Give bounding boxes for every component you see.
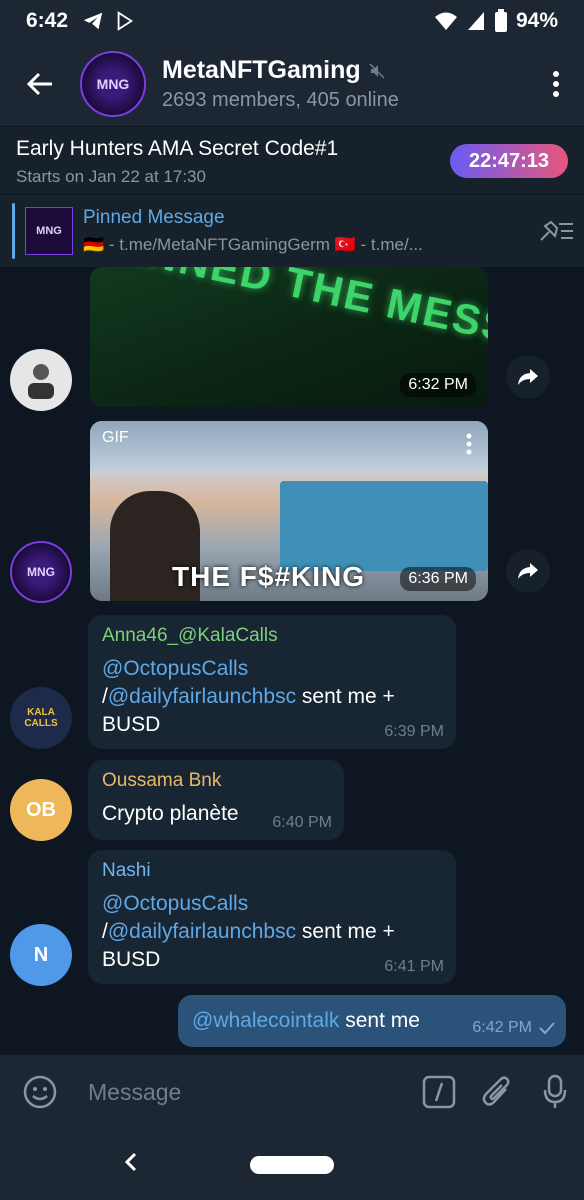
- message-rest: sent me: [339, 1009, 420, 1032]
- pinned-message-bar[interactable]: MNG Pinned Message 🇩🇪 - t.me/MetaNFTGami…: [0, 195, 584, 267]
- battery-icon: [494, 9, 507, 32]
- message-time: 6:42 PM: [472, 1019, 532, 1036]
- outgoing-message-bubble[interactable]: @whalecointalk sent me 6:42 PM: [178, 995, 566, 1047]
- gif-scene-sky: [90, 421, 488, 471]
- wifi-icon: [434, 12, 457, 30]
- group-avatar[interactable]: MNG: [80, 51, 146, 117]
- system-nav-bar: [0, 1129, 584, 1200]
- gif-scene-pool: [280, 481, 488, 571]
- voice-record-button[interactable]: [526, 1055, 584, 1129]
- avatar-initials: N: [33, 943, 49, 966]
- message-time: 6:40 PM: [272, 814, 332, 831]
- avatar-text: MNG: [27, 565, 55, 579]
- emoji-button[interactable]: [0, 1055, 80, 1129]
- nav-back-button[interactable]: [116, 1147, 146, 1177]
- share-button[interactable]: [506, 549, 550, 593]
- avatar-initials: OB: [26, 798, 56, 821]
- message-bubble[interactable]: Nashi @OctopusCalls /@dailyfairlaunchbsc…: [88, 850, 456, 984]
- media-options-icon[interactable]: [466, 433, 472, 455]
- message-time: 6:41 PM: [384, 958, 444, 975]
- attach-button[interactable]: [468, 1055, 526, 1129]
- pinned-thumbnail: MNG: [25, 207, 73, 255]
- user-photo-icon: [28, 364, 54, 399]
- mention-link[interactable]: @dailyfairlaunchbsc: [108, 920, 296, 943]
- gif-message[interactable]: GIF THE F$#KING 6:36 PM: [90, 421, 488, 601]
- chat-header: MNG MetaNFTGaming 2693 members, 405 onli…: [0, 42, 584, 126]
- chevron-left-icon: [124, 1152, 137, 1172]
- gif-badge: GIF: [102, 429, 129, 446]
- play-store-icon: [117, 11, 134, 31]
- message-bubble[interactable]: Oussama Bnk Crypto planète 6:40 PM: [88, 760, 344, 840]
- media-caption: PINNED THE MESSAGE: [101, 267, 488, 372]
- status-time: 6:42: [26, 9, 69, 32]
- avatar[interactable]: [10, 349, 72, 411]
- slash-command-icon: [422, 1075, 456, 1109]
- chat-info[interactable]: MetaNFTGaming 2693 members, 405 online: [162, 56, 528, 112]
- mention-link[interactable]: @whalecointalk: [192, 1009, 339, 1032]
- check-icon: [539, 1022, 555, 1035]
- chat-subtitle: 2693 members, 405 online: [162, 89, 399, 111]
- signal-icon: [467, 12, 484, 30]
- message-bubble[interactable]: Anna46_@KalaCalls @OctopusCalls /@dailyf…: [88, 615, 456, 749]
- muted-icon: [369, 62, 385, 79]
- telegram-icon: [83, 12, 103, 30]
- more-menu-button[interactable]: [528, 42, 584, 126]
- sender-name: Oussama Bnk: [102, 770, 222, 791]
- battery-level: 94%: [515, 9, 558, 32]
- pinned-text: 🇩🇪 - t.me/MetaNFTGamingGerm 🇹🇷 - t.me/..…: [83, 235, 423, 254]
- message-time: 6:39 PM: [384, 723, 444, 740]
- avatar[interactable]: MNG: [10, 541, 72, 603]
- pinned-thumbnail-text: MNG: [36, 225, 62, 237]
- message-time: 6:36 PM: [400, 567, 476, 591]
- microphone-icon: [543, 1074, 567, 1108]
- sender-name: Nashi: [102, 860, 151, 881]
- scheduled-event-bar[interactable]: Early Hunters AMA Secret Code#1 Starts o…: [0, 126, 584, 194]
- group-avatar-text: MNG: [96, 76, 130, 92]
- avatar[interactable]: OB: [10, 779, 72, 841]
- message-time: 6:32 PM: [400, 373, 476, 397]
- pin-list-icon: [540, 220, 573, 241]
- sender-name: Anna46_@KalaCalls: [102, 625, 278, 646]
- mention-link[interactable]: @OctopusCalls: [102, 892, 248, 915]
- nav-home-pill[interactable]: [250, 1155, 334, 1174]
- message-composer: Message: [0, 1055, 584, 1129]
- media-message[interactable]: PINNED THE MESSAGE 6:32 PM: [90, 267, 488, 407]
- avatar[interactable]: N: [10, 924, 72, 986]
- chat-title: MetaNFTGaming: [162, 56, 361, 84]
- paperclip-icon: [482, 1076, 510, 1106]
- bot-commands-button[interactable]: [410, 1055, 468, 1129]
- share-button[interactable]: [506, 355, 550, 399]
- mention-link[interactable]: @OctopusCalls: [102, 657, 248, 680]
- share-icon: [518, 369, 538, 385]
- gif-caption: THE F$#KING: [172, 561, 366, 592]
- countdown-badge[interactable]: 22:47:13: [450, 144, 568, 178]
- pinned-list-button[interactable]: [528, 195, 584, 267]
- avatar-text: KALA CALLS: [24, 707, 58, 729]
- message-input[interactable]: Message: [80, 1079, 410, 1106]
- chat-history[interactable]: PINNED THE MESSAGE 6:32 PM MNG GIF THE F…: [0, 267, 584, 1055]
- share-icon: [518, 563, 538, 579]
- arrow-left-icon: [26, 72, 52, 96]
- more-vertical-icon: [553, 71, 559, 97]
- pinned-indicator: [12, 203, 15, 259]
- pinned-title: Pinned Message: [83, 207, 225, 228]
- avatar[interactable]: KALA CALLS: [10, 687, 72, 749]
- status-bar: 6:42 94%: [0, 0, 584, 42]
- emoji-icon: [23, 1075, 57, 1109]
- mention-link[interactable]: @dailyfairlaunchbsc: [108, 685, 296, 708]
- back-button[interactable]: [0, 42, 80, 126]
